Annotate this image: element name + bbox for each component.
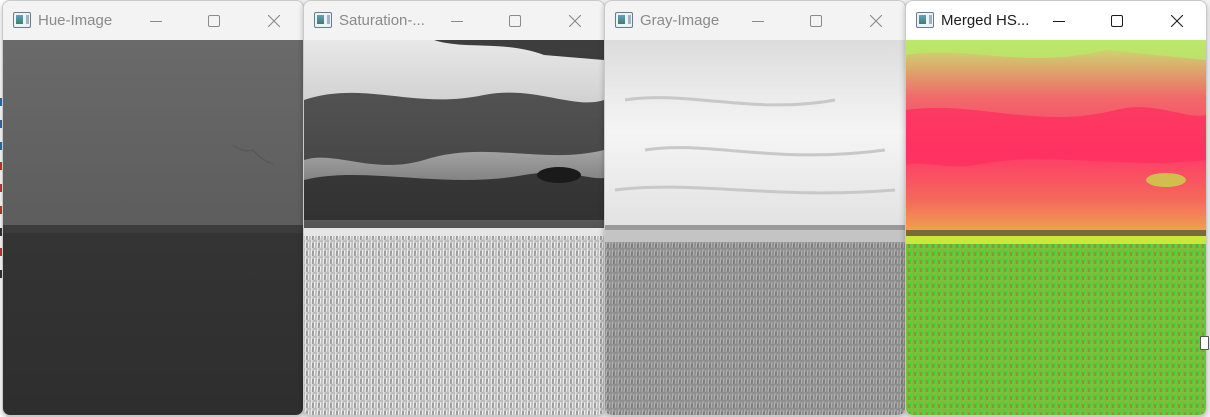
- maximize-button[interactable]: [1094, 3, 1140, 39]
- maximize-icon: [208, 15, 220, 27]
- minimize-icon: [752, 21, 764, 22]
- window-title: Hue-Image: [38, 12, 113, 29]
- merged-hsv-image: [906, 40, 1206, 415]
- minimize-icon: [1053, 21, 1065, 22]
- title-bar[interactable]: Gray-Image: [605, 1, 905, 40]
- close-icon: [569, 15, 581, 27]
- saturation-image: [304, 40, 604, 415]
- gray-image: [605, 40, 905, 415]
- maximize-button[interactable]: [492, 3, 538, 39]
- close-button[interactable]: [1154, 3, 1200, 39]
- app-icon: [314, 12, 332, 28]
- hue-image-window[interactable]: Hue-Image: [2, 0, 304, 416]
- background-window-edge: [1200, 336, 1209, 350]
- minimize-icon: [150, 21, 162, 22]
- hue-image: [3, 40, 303, 415]
- minimize-button[interactable]: [1036, 3, 1082, 39]
- maximize-button[interactable]: [793, 3, 839, 39]
- maximize-icon: [1111, 15, 1123, 27]
- saturation-image-window[interactable]: Saturation-...: [303, 0, 605, 416]
- close-button[interactable]: [552, 3, 598, 39]
- close-icon: [1171, 15, 1183, 27]
- close-button[interactable]: [251, 3, 297, 39]
- title-bar[interactable]: Hue-Image: [3, 1, 303, 40]
- close-icon: [268, 15, 280, 27]
- window-title: Gray-Image: [640, 12, 720, 29]
- minimize-icon: [451, 21, 463, 22]
- minimize-button[interactable]: [735, 3, 781, 39]
- minimize-button[interactable]: [434, 3, 480, 39]
- gray-image-window[interactable]: Gray-Image: [604, 0, 906, 416]
- maximize-button[interactable]: [191, 3, 237, 39]
- close-icon: [870, 15, 882, 27]
- app-icon: [916, 12, 934, 28]
- merged-hsv-image-window[interactable]: Merged HS...: [905, 0, 1207, 416]
- window-title: Merged HS...: [941, 12, 1030, 29]
- maximize-icon: [509, 15, 521, 27]
- title-bar[interactable]: Saturation-...: [304, 1, 604, 40]
- maximize-icon: [810, 15, 822, 27]
- close-button[interactable]: [853, 3, 899, 39]
- title-bar[interactable]: Merged HS...: [906, 1, 1206, 40]
- minimize-button[interactable]: [133, 3, 179, 39]
- app-icon: [13, 12, 31, 28]
- window-title: Saturation-...: [339, 12, 425, 29]
- app-icon: [615, 12, 633, 28]
